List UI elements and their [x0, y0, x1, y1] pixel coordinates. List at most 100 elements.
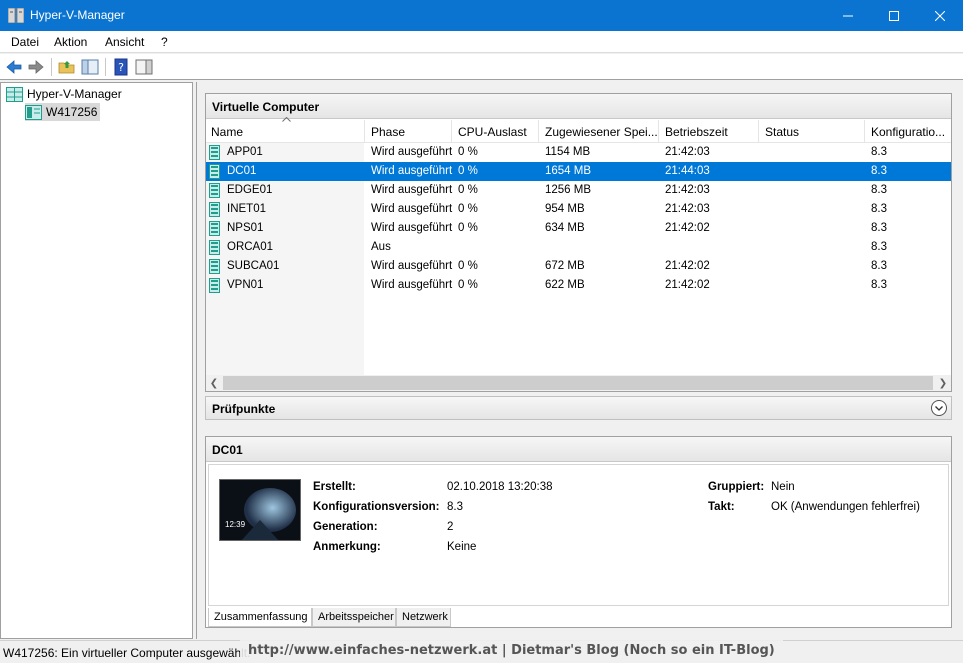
virtual-machines-header: Virtuelle Computer [206, 94, 951, 119]
vm-row[interactable]: NPS01 Wird ausgeführt 0 % 634 MB 21:42:02 8.3 [206, 219, 951, 238]
vm-config-version: 8.3 [871, 241, 887, 253]
close-button[interactable] [917, 0, 963, 31]
column-header-status[interactable]: Status [765, 125, 799, 139]
chevron-right-icon: ❯ [938, 377, 948, 389]
column-header-cpu[interactable]: CPU-Auslast [458, 125, 527, 139]
toolbar-separator [51, 58, 52, 76]
help-book-icon[interactable]: ? [112, 58, 130, 76]
vm-uptime: 21:42:02 [665, 279, 710, 291]
scrollbar-thumb[interactable] [223, 376, 933, 390]
watermark: http://www.einfaches-netzwerk.at | Dietm… [240, 640, 783, 663]
vm-phase: Wird ausgeführt [371, 279, 453, 291]
back-arrow-icon[interactable] [5, 58, 23, 76]
column-separator[interactable] [658, 120, 659, 143]
vm-phase: Wird ausgeführt [371, 260, 453, 272]
navigation-tree: Hyper-V-Manager W417256 [0, 82, 193, 639]
action-pane-icon[interactable] [135, 58, 153, 76]
menu-datei[interactable]: Datei [11, 35, 39, 49]
vm-config-version: 8.3 [871, 184, 887, 196]
vm-row[interactable]: INET01 Wird ausgeführt 0 % 954 MB 21:42:03 8.… [206, 200, 951, 219]
vm-row[interactable]: DC01 Wird ausgeführt 0 % 1654 MB 21:44:03 8.3 [206, 162, 951, 181]
vm-name: DC01 [227, 165, 257, 177]
maximize-button[interactable] [871, 0, 917, 31]
menu-help[interactable]: ? [161, 35, 168, 49]
vm-config-version: 8.3 [871, 165, 887, 177]
detail-value-config-version: 8.3 [447, 501, 463, 513]
scroll-right-button[interactable]: ❯ [935, 375, 951, 391]
checkpoints-title: Prüfpunkte [212, 402, 276, 416]
show-hide-tree-icon[interactable] [81, 58, 99, 76]
forward-arrow-icon[interactable] [27, 58, 45, 76]
vm-memory: 622 MB [545, 279, 585, 291]
column-header-phase[interactable]: Phase [371, 125, 405, 139]
expand-checkpoints-button[interactable] [931, 400, 947, 416]
column-header-uptime[interactable]: Betriebszeit [665, 125, 728, 139]
title-bar: Hyper-V-Manager [0, 0, 963, 31]
menu-ansicht[interactable]: Ansicht [105, 35, 144, 49]
detail-value-clustered: Nein [771, 481, 795, 493]
virtual-machines-section: Virtuelle Computer Name Phase CPU-Auslas… [205, 93, 952, 392]
column-header-memory[interactable]: Zugewiesener Spei... [545, 125, 657, 139]
folder-up-icon[interactable] [58, 58, 76, 76]
column-separator[interactable] [364, 120, 365, 143]
vm-memory: 672 MB [545, 260, 585, 272]
scroll-left-button[interactable]: ❮ [206, 375, 222, 391]
vm-grid-header: Name Phase CPU-Auslast Zugewiesener Spei… [206, 117, 951, 143]
vm-row[interactable]: APP01 Wird ausgeführt 0 % 1154 MB 21:42:03 8.… [206, 143, 951, 162]
vm-memory: 954 MB [545, 203, 585, 215]
horizontal-scrollbar[interactable]: ❮ ❯ [206, 375, 951, 391]
detail-label-heartbeat: Takt: [708, 501, 735, 513]
menu-aktion[interactable]: Aktion [54, 35, 87, 49]
chevron-down-icon [935, 405, 943, 411]
vm-config-version: 8.3 [871, 203, 887, 215]
tab-memory[interactable]: Arbeitsspeicher [312, 608, 396, 627]
vm-row[interactable]: EDGE01 Wird ausgeführt 0 % 1256 MB 21:42:03 8… [206, 181, 951, 200]
column-separator[interactable] [758, 120, 759, 143]
detail-value-generation: 2 [447, 521, 454, 533]
vm-config-version: 8.3 [871, 279, 887, 291]
vm-phase: Wird ausgeführt [371, 184, 453, 196]
column-separator[interactable] [864, 120, 865, 143]
vm-screen-preview-icon [220, 480, 300, 540]
detail-label-generation: Generation: [313, 521, 378, 533]
minimize-icon [843, 15, 853, 16]
sort-ascending-icon [282, 117, 291, 122]
tree-node-hyperv-manager[interactable]: Hyper-V-Manager [6, 85, 122, 103]
column-separator[interactable] [538, 120, 539, 143]
virtual-machine-icon [209, 202, 220, 217]
vm-row[interactable]: VPN01 Wird ausgeführt 0 % 622 MB 21:42:02 8.3 [206, 276, 951, 295]
vm-cpu: 0 % [458, 222, 478, 234]
tree-node-host[interactable]: W417256 [25, 103, 101, 121]
vm-uptime: 21:42:02 [665, 222, 710, 234]
chevron-left-icon: ❮ [209, 377, 219, 389]
vm-row[interactable]: SUBCA01 Wird ausgeführt 0 % 672 MB 21:42:02 8… [206, 257, 951, 276]
detail-value-notes: Keine [447, 541, 477, 553]
details-body: 12:39 Erstellt: 02.10.2018 13:20:38 Konf… [208, 464, 949, 606]
vm-uptime: 21:42:02 [665, 260, 710, 272]
toolbar-separator [105, 58, 106, 76]
vm-phase: Wird ausgeführt [371, 222, 453, 234]
detail-label-notes: Anmerkung: [313, 541, 381, 553]
vm-cpu: 0 % [458, 184, 478, 196]
column-header-config[interactable]: Konfiguratio... [871, 125, 949, 139]
tree-host-label: W417256 [46, 105, 98, 119]
vm-uptime: 21:44:03 [665, 165, 710, 177]
column-separator[interactable] [451, 120, 452, 143]
checkpoints-header[interactable]: Prüfpunkte [206, 397, 951, 419]
detail-label-created: Erstellt: [313, 481, 356, 493]
column-header-name[interactable]: Name [211, 125, 243, 139]
virtual-machine-icon [209, 145, 220, 160]
tab-summary[interactable]: Zusammenfassung [208, 608, 312, 627]
tree-root-label: Hyper-V-Manager [27, 87, 122, 101]
checkpoints-section: Prüfpunkte [205, 396, 952, 420]
menu-bar: Datei Aktion Ansicht ? [0, 31, 963, 53]
vm-row[interactable]: ORCA01 Aus 8.3 [206, 238, 951, 257]
vm-memory: 1256 MB [545, 184, 592, 196]
details-header: DC01 [206, 437, 951, 462]
minimize-button[interactable] [825, 0, 871, 31]
vm-name: SUBCA01 [227, 260, 280, 272]
tab-network[interactable]: Netzwerk [396, 608, 451, 627]
vm-screen-thumbnail[interactable]: 12:39 [219, 479, 301, 541]
vm-config-version: 8.3 [871, 260, 887, 272]
hyperv-app-icon [8, 8, 24, 23]
